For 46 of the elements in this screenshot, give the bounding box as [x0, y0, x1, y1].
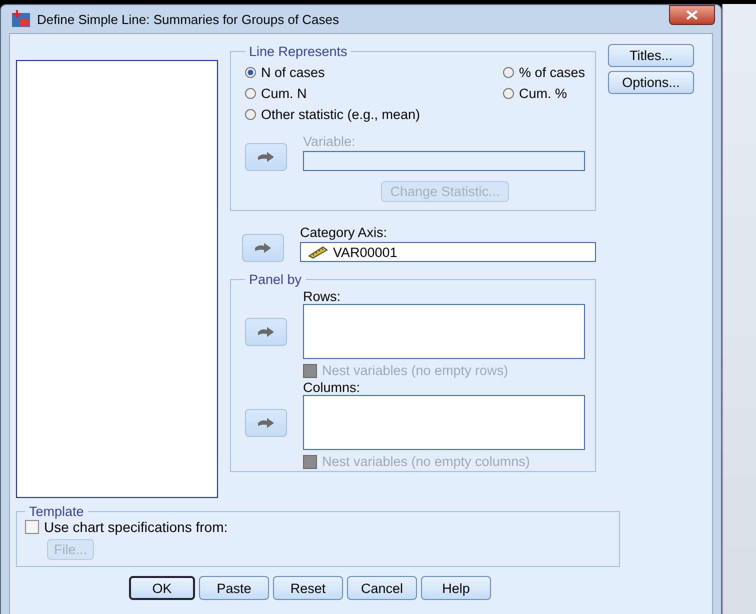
category-axis-field[interactable]: VAR00001 — [300, 242, 596, 262]
checkbox-label: Nest variables (no empty columns) — [322, 454, 530, 469]
dialog-button[interactable]: OK — [129, 576, 195, 600]
field-label: Columns: — [303, 380, 362, 395]
rows-field[interactable] — [303, 304, 585, 359]
field-label: Category Axis: — [300, 225, 388, 240]
dialog-button[interactable]: Options... — [608, 71, 694, 94]
radio-button[interactable] — [502, 67, 514, 78]
arrow-icon — [257, 151, 275, 163]
checkbox-label: Nest variables (no empty rows) — [322, 363, 508, 378]
radio-button[interactable] — [245, 109, 256, 120]
variable-field[interactable] — [303, 151, 585, 171]
dialog-button[interactable]: Paste — [199, 576, 269, 600]
dialog-button[interactable]: Reset — [273, 576, 343, 600]
dialog-button[interactable]: Titles... — [608, 44, 694, 67]
checkbox[interactable] — [25, 520, 39, 534]
dialog-button[interactable]: Help — [421, 576, 491, 600]
radio-button[interactable] — [245, 67, 256, 78]
checkbox-label: Use chart specifications from: — [44, 519, 228, 535]
move-button[interactable] — [245, 143, 287, 171]
arrow-icon — [257, 416, 275, 428]
group-title: Template — [28, 504, 85, 519]
field-label: Rows: — [303, 289, 342, 304]
close-icon — [686, 10, 698, 20]
app-icon — [11, 10, 31, 28]
radio-button[interactable] — [502, 88, 514, 99]
radio-label: % of cases — [518, 65, 585, 80]
radio-label: Cum. N — [261, 86, 307, 101]
group-title: Line Represents — [248, 44, 348, 59]
move-button[interactable] — [242, 234, 284, 262]
dialog-button[interactable]: Cancel — [347, 576, 417, 600]
field-value: VAR00001 — [333, 244, 398, 260]
ruler-icon — [307, 245, 329, 259]
radio-label: Cum. % — [518, 86, 567, 101]
move-button[interactable] — [245, 408, 287, 436]
radio-label: Other statistic (e.g., mean) — [261, 107, 420, 122]
move-button[interactable] — [245, 318, 287, 346]
arrow-icon — [257, 326, 275, 338]
field-label: Variable: — [303, 134, 356, 149]
columns-field[interactable] — [303, 395, 585, 450]
arrow-icon — [254, 242, 272, 254]
group-title: Panel by — [248, 272, 303, 287]
radio-label: N of cases — [261, 65, 325, 80]
radio-button[interactable] — [245, 88, 256, 99]
window-title: Define Simple Line: Summaries for Groups of Cases — [37, 12, 340, 26]
close-button[interactable] — [669, 5, 715, 25]
